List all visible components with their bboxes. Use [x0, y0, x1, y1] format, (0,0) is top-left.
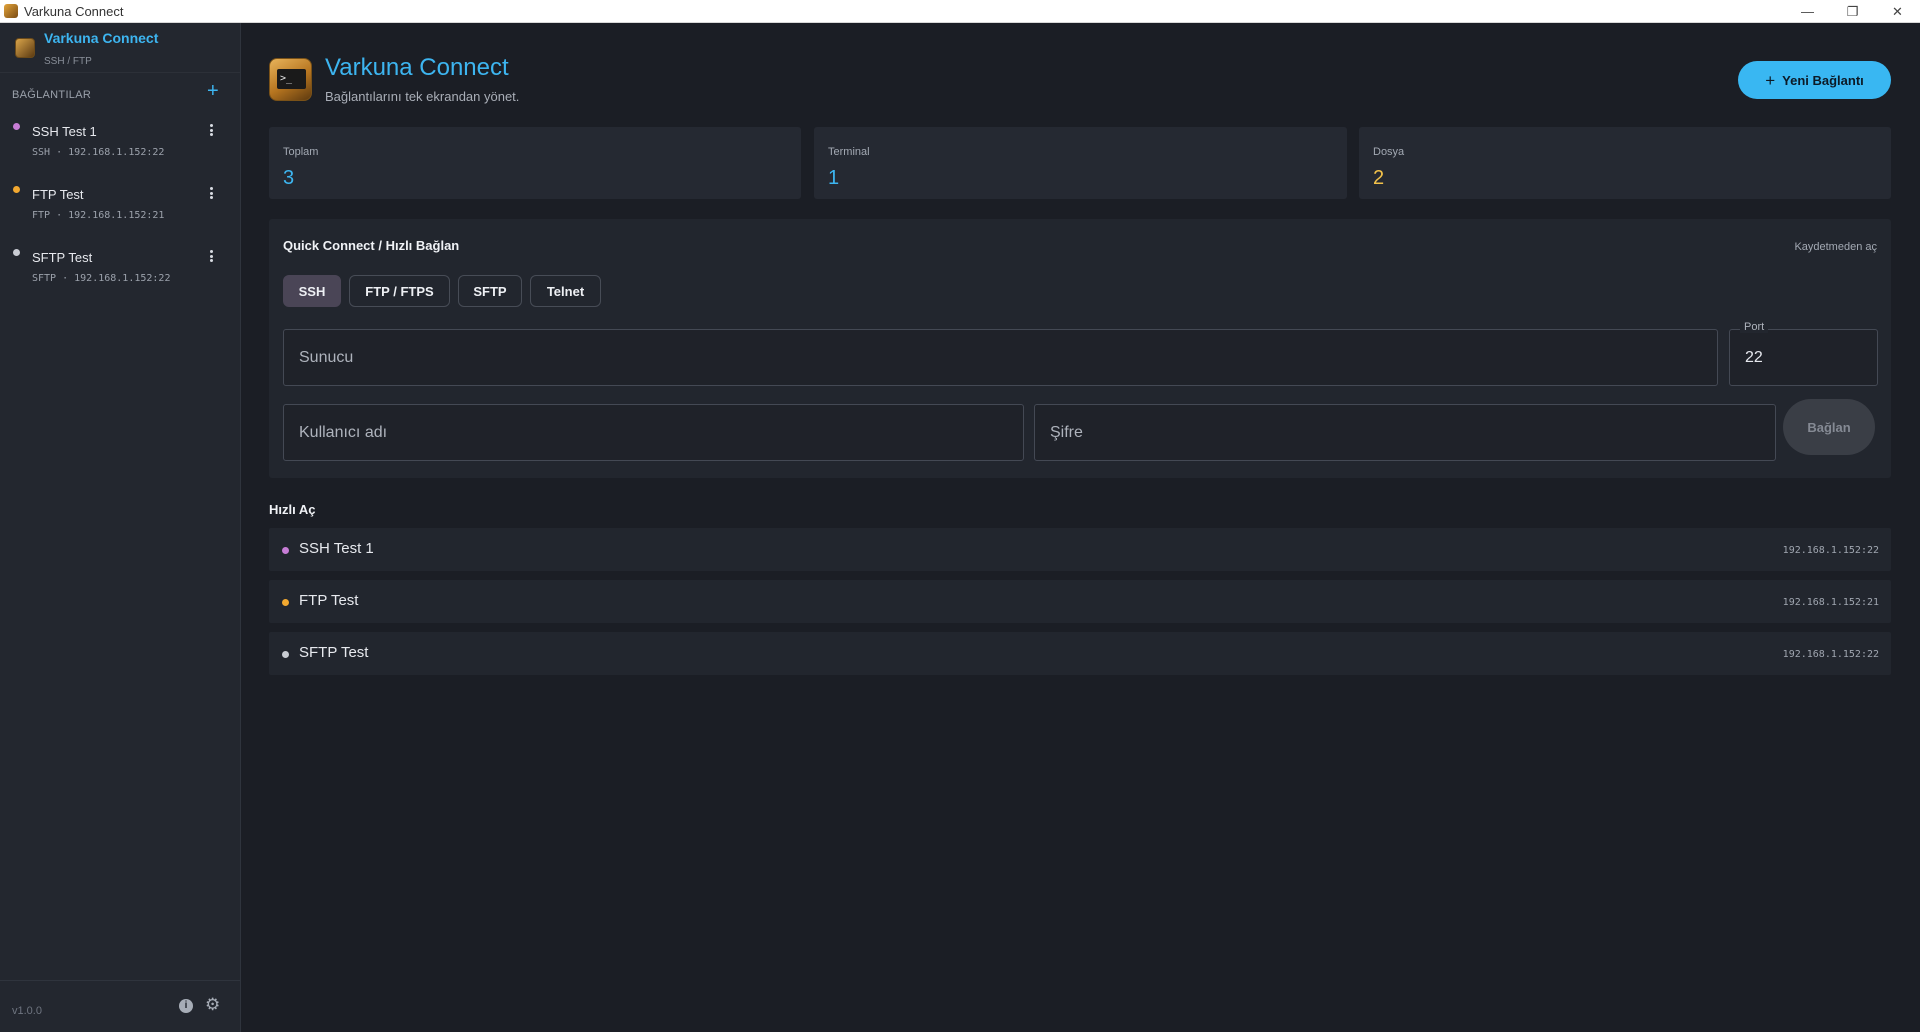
main-content: >_ Varkuna Connect Bağlantılarını tek ek… — [241, 23, 1920, 1032]
quick-open-item-label: FTP Test — [299, 592, 359, 609]
sidebar-item-label: FTP Test — [32, 187, 84, 202]
sidebar-brand-sub: SSH / FTP — [44, 56, 92, 67]
username-input[interactable] — [284, 405, 1023, 460]
status-dot — [282, 651, 289, 658]
tab-ftp-ftps[interactable]: FTP / FTPS — [349, 275, 450, 307]
more-options-icon[interactable] — [206, 248, 216, 264]
sidebar-item-meta: SSH · 192.168.1.152:22 — [32, 147, 165, 158]
more-options-icon[interactable] — [206, 185, 216, 201]
port-input[interactable] — [1730, 330, 1877, 385]
host-input[interactable] — [284, 330, 1717, 385]
connections-section-header: BAĞLANTILAR + — [0, 73, 240, 118]
stat-label: Terminal — [828, 146, 870, 158]
sidebar-item-sftp-test[interactable]: SFTP Test SFTP · 192.168.1.152:22 — [0, 244, 240, 307]
sidebar-footer: v1.0.0 i ⚙ — [0, 980, 240, 1032]
quick-connect-title: Quick Connect / Hızlı Bağlan — [283, 238, 460, 253]
sidebar: Varkuna Connect SSH / FTP BAĞLANTILAR + … — [0, 23, 241, 1032]
new-connection-button[interactable]: + Yeni Bağlantı — [1738, 61, 1891, 99]
connect-button[interactable]: Bağlan — [1783, 399, 1875, 455]
version-label: v1.0.0 — [12, 1005, 42, 1017]
status-dot — [282, 599, 289, 606]
stat-label: Toplam — [283, 146, 319, 158]
status-dot — [13, 249, 20, 256]
app-logo-icon: >_ — [269, 58, 312, 101]
host-field[interactable] — [283, 329, 1718, 386]
sidebar-item-ftp-test[interactable]: FTP Test FTP · 192.168.1.152:21 — [0, 181, 240, 244]
username-field[interactable] — [283, 404, 1024, 461]
quick-open-item-label: SSH Test 1 — [299, 540, 374, 557]
quick-connect-panel: Quick Connect / Hızlı Bağlan Kaydetmeden… — [269, 219, 1891, 478]
settings-gear-icon[interactable]: ⚙ — [205, 995, 220, 1015]
password-field[interactable] — [1034, 404, 1776, 461]
sidebar-item-label: SFTP Test — [32, 250, 93, 265]
restore-icon[interactable]: ❐ — [1830, 0, 1875, 23]
quick-open-item-address: 192.168.1.152:22 — [1782, 649, 1879, 660]
connections-label: BAĞLANTILAR — [12, 89, 92, 101]
stat-card-terminal: Terminal 1 — [814, 127, 1347, 199]
info-icon[interactable]: i — [179, 999, 193, 1013]
window-title: Varkuna Connect — [24, 3, 124, 19]
minimize-icon[interactable]: — — [1785, 0, 1830, 23]
quick-open-item-ftp-test[interactable]: FTP Test 192.168.1.152:21 — [269, 580, 1891, 623]
stat-value: 1 — [828, 167, 840, 189]
quick-open-title: Hızlı Aç — [269, 502, 316, 517]
tab-telnet[interactable]: Telnet — [530, 275, 601, 307]
status-dot — [282, 547, 289, 554]
quick-open-item-address: 192.168.1.152:22 — [1782, 545, 1879, 556]
page-subtitle: Bağlantılarını tek ekrandan yönet. — [325, 89, 520, 104]
sidebar-brand-name: Varkuna Connect — [44, 30, 159, 46]
tab-ssh[interactable]: SSH — [283, 275, 341, 307]
port-field[interactable]: Port — [1729, 321, 1878, 386]
stat-card-files: Dosya 2 — [1359, 127, 1891, 199]
quick-open-item-ssh-test-1[interactable]: SSH Test 1 192.168.1.152:22 — [269, 528, 1891, 571]
close-icon[interactable]: ✕ — [1875, 0, 1920, 23]
status-dot — [13, 123, 20, 130]
quick-open-item-sftp-test[interactable]: SFTP Test 192.168.1.152:22 — [269, 632, 1891, 675]
quick-open-item-label: SFTP Test — [299, 644, 369, 661]
stat-value: 2 — [1373, 167, 1385, 189]
sidebar-item-label: SSH Test 1 — [32, 124, 97, 139]
tab-sftp[interactable]: SFTP — [458, 275, 522, 307]
plus-icon: + — [1765, 70, 1776, 90]
more-options-icon[interactable] — [206, 122, 216, 138]
sidebar-item-meta: FTP · 192.168.1.152:21 — [32, 210, 165, 221]
app-icon — [4, 4, 18, 18]
page-title: Varkuna Connect — [325, 54, 509, 81]
stat-card-total: Toplam 3 — [269, 127, 801, 199]
terminal-icon: >_ — [277, 69, 306, 89]
status-dot — [13, 186, 20, 193]
stat-value: 3 — [283, 167, 295, 189]
stat-label: Dosya — [1373, 146, 1405, 158]
window-controls: — ❐ ✕ — [1785, 0, 1920, 23]
add-connection-icon[interactable]: + — [207, 81, 219, 101]
open-without-saving-link[interactable]: Kaydetmeden aç — [1794, 241, 1877, 253]
sidebar-item-ssh-test-1[interactable]: SSH Test 1 SSH · 192.168.1.152:22 — [0, 118, 240, 181]
app-logo-icon — [15, 38, 35, 58]
quick-open-item-address: 192.168.1.152:21 — [1782, 597, 1879, 608]
sidebar-item-meta: SFTP · 192.168.1.152:22 — [32, 273, 171, 284]
password-input[interactable] — [1035, 405, 1775, 460]
window-titlebar: Varkuna Connect — ❐ ✕ — [0, 0, 1920, 23]
sidebar-brand: Varkuna Connect SSH / FTP — [0, 23, 240, 73]
new-connection-label: Yeni Bağlantı — [1782, 72, 1864, 88]
